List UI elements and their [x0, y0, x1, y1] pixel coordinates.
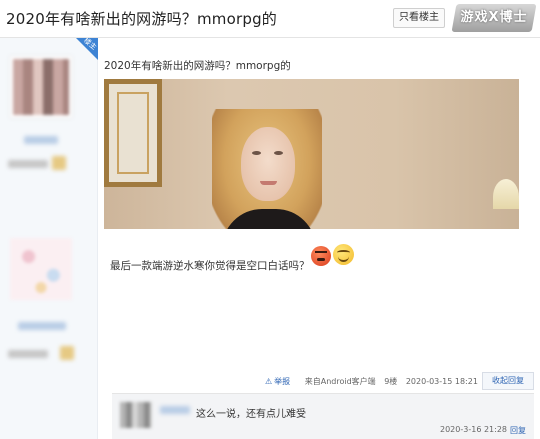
image-lamp	[493, 179, 519, 209]
post-floor: 9楼	[384, 377, 398, 386]
post-image[interactable]	[104, 79, 519, 229]
reply-button[interactable]: 回复	[510, 425, 526, 436]
thread-header: 2020年有啥新出的网游吗？mmorpg的 只看楼主 游戏X博士	[0, 0, 540, 38]
author-level-blurred	[8, 160, 48, 168]
post-datetime: 2020-03-15 18:21	[405, 377, 478, 386]
post-heading: 2020年有啥新出的网游吗？mmorpg的	[104, 60, 291, 72]
author-name-blurred[interactable]	[24, 136, 58, 144]
reply-item: 这么一说，还有点儿难受 2020-3-16 21:28 回复	[112, 393, 534, 439]
reply-avatar[interactable]	[120, 402, 152, 428]
watermark-text: 游戏X博士	[460, 10, 528, 25]
report-label: 举报	[274, 377, 291, 386]
image-eye-left	[252, 151, 261, 155]
author-sidebar: 楼主	[0, 38, 98, 439]
post-source: 来自Android客户端	[304, 377, 376, 386]
author-badge-image-blurred	[10, 238, 72, 300]
smile-emoji-icon	[333, 244, 354, 265]
image-mouth	[260, 181, 277, 185]
author-avatar[interactable]	[10, 56, 72, 118]
author-rank-icon	[60, 346, 74, 360]
reply-text: 这么一说，还有点儿难受	[196, 409, 306, 420]
reply-datetime: 2020-3-16 21:28	[440, 425, 507, 434]
image-frame-inner	[117, 92, 149, 174]
post-body: 最后一款端游逆水寒你觉得是空口白话吗？	[110, 260, 310, 272]
author-rank-blurred	[8, 350, 48, 358]
post-meta: ⚠ 举报 来自Android客户端 9楼 2020-03-15 18:21	[265, 376, 484, 387]
author-level-icon	[52, 156, 66, 170]
angry-emoji-icon	[311, 246, 331, 266]
image-picture-frame	[104, 79, 162, 187]
report-link[interactable]: ⚠ 举报	[265, 377, 296, 386]
image-eye-right	[274, 151, 283, 155]
warning-icon: ⚠	[265, 377, 273, 386]
author-title-blurred	[18, 322, 66, 330]
only-op-button[interactable]: 只看楼主	[393, 8, 445, 28]
thread-title: 2020年有啥新出的网游吗？mmorpg的	[6, 10, 277, 28]
image-face	[241, 127, 295, 201]
watermark-logo: 游戏X博士	[451, 4, 537, 32]
reply-username-blurred[interactable]	[160, 406, 190, 414]
collapse-replies-button[interactable]: 收起回复	[482, 372, 534, 390]
